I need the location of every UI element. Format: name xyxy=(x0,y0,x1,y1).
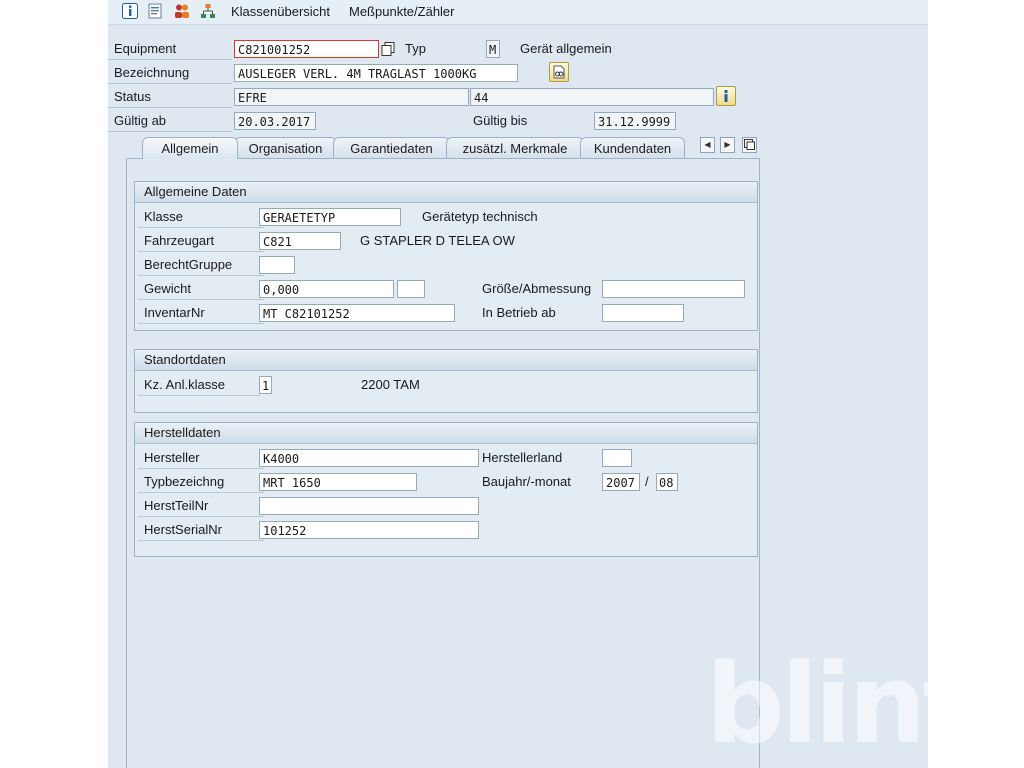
inventarnr-label: InventarNr xyxy=(138,303,264,324)
klasse-field[interactable]: GERAETETYP xyxy=(259,208,401,226)
fahrzeugart-description: G STAPLER D TELEA OW xyxy=(360,233,515,248)
gueltig-bis-label: Gültig bis xyxy=(473,113,528,128)
document-list-icon[interactable] xyxy=(147,3,163,19)
group-standortdaten: Standortdaten Kz. Anl.klasse 1 2200 TAM xyxy=(134,349,758,413)
herstellerland-label: Herstellerland xyxy=(482,450,563,465)
tab-allgemein[interactable]: Allgemein xyxy=(142,137,238,159)
baujahr-separator: / xyxy=(645,474,649,489)
fahrzeugart-field[interactable]: C821 xyxy=(259,232,341,250)
inventarnr-field[interactable]: MT C82101252 xyxy=(259,304,455,322)
anlklasse-label: Kz. Anl.klasse xyxy=(138,375,260,396)
application-toolbar: Klassenübersicht Meßpunkte/Zähler xyxy=(108,0,928,25)
tab-organisation[interactable]: Organisation xyxy=(234,137,337,158)
typ-description: Gerät allgemein xyxy=(520,41,612,56)
long-text-icon xyxy=(553,65,565,79)
groesse-label: Größe/Abmessung xyxy=(482,281,592,296)
watermark-logo: blint xyxy=(706,640,928,768)
gewicht-label: Gewicht xyxy=(138,279,264,300)
bezeichnung-label: Bezeichnung xyxy=(108,63,232,84)
hersteller-field[interactable]: K4000 xyxy=(259,449,479,467)
tab-kundendaten[interactable]: Kundendaten xyxy=(580,137,685,158)
typ-field[interactable]: M xyxy=(486,40,500,58)
baujahr-month-field[interactable]: 08 xyxy=(656,473,678,491)
fahrzeugart-label: Fahrzeugart xyxy=(138,231,264,252)
hersteller-label: Hersteller xyxy=(138,448,264,469)
status-label: Status xyxy=(108,87,232,108)
typ-label: Typ xyxy=(405,41,426,56)
baujahr-label: Baujahr/-monat xyxy=(482,474,571,489)
tab-list-button[interactable] xyxy=(742,137,757,153)
herstserialnr-field[interactable]: 101252 xyxy=(259,521,479,539)
inbetrieb-field[interactable] xyxy=(602,304,684,322)
berechtgruppe-label: BerechtGruppe xyxy=(138,255,264,276)
tab-garantiedaten[interactable]: Garantiedaten xyxy=(333,137,450,158)
klasse-label: Klasse xyxy=(138,207,264,228)
herstteilnr-label: HerstTeilNr xyxy=(138,496,264,517)
tab-scroll-right-button[interactable]: ▶ xyxy=(720,137,735,153)
group-title: Herstelldaten xyxy=(135,423,757,444)
group-herstelldaten: Herstelldaten Hersteller K4000 Herstelle… xyxy=(134,422,758,557)
copy-icon[interactable] xyxy=(380,41,396,57)
gewicht-unit-field[interactable] xyxy=(397,280,425,298)
messpunkte-zaehler-button[interactable]: Meßpunkte/Zähler xyxy=(349,4,455,19)
equipment-field[interactable]: C821001252 xyxy=(234,40,379,58)
anlklasse-field[interactable]: 1 xyxy=(259,376,272,394)
herstserialnr-label: HerstSerialNr xyxy=(138,520,264,541)
gewicht-field[interactable]: 0,000 xyxy=(259,280,394,298)
klasse-description: Gerätetyp technisch xyxy=(422,209,538,224)
herstteilnr-field[interactable] xyxy=(259,497,479,515)
status-user-field: 44 xyxy=(470,88,714,106)
berechtgruppe-field[interactable] xyxy=(259,256,295,274)
gueltig-ab-label: Gültig ab xyxy=(108,111,232,132)
tab-strip: Allgemein Organisation Garantiedaten zus… xyxy=(120,137,770,159)
gueltig-bis-field: 31.12.9999 xyxy=(594,112,676,130)
group-title: Allgemeine Daten xyxy=(135,182,757,203)
sap-equipment-window: Klassenübersicht Meßpunkte/Zähler Equipm… xyxy=(108,0,928,768)
klassenuebersicht-button[interactable]: Klassenübersicht xyxy=(231,4,330,19)
inbetrieb-label: In Betrieb ab xyxy=(482,305,556,320)
gueltig-ab-field: 20.03.2017 xyxy=(234,112,316,130)
herstellerland-field[interactable] xyxy=(602,449,632,467)
baujahr-year-field[interactable]: 2007 xyxy=(602,473,640,491)
status-field: EFRE xyxy=(234,88,469,106)
anlklasse-description: 2200 TAM xyxy=(361,377,420,392)
tab-content-allgemein: Allgemeine Daten Klasse GERAETETYP Gerät… xyxy=(126,158,760,768)
status-info-button[interactable] xyxy=(716,86,736,106)
bezeichnung-field[interactable]: AUSLEGER VERL. 4M TRAGLAST 1000KG xyxy=(234,64,518,82)
partner-icon[interactable] xyxy=(174,3,190,19)
group-allgemeine-daten: Allgemeine Daten Klasse GERAETETYP Gerät… xyxy=(134,181,758,331)
groesse-field[interactable] xyxy=(602,280,745,298)
info-icon xyxy=(724,90,728,102)
tab-scroll-left-button[interactable]: ◀ xyxy=(700,137,715,153)
tab-zusaetzl-merkmale[interactable]: zusätzl. Merkmale xyxy=(446,137,584,158)
info-icon[interactable] xyxy=(122,3,138,19)
equipment-label: Equipment xyxy=(108,39,232,60)
long-text-button[interactable] xyxy=(549,62,569,82)
typbezeichnung-field[interactable]: MRT 1650 xyxy=(259,473,417,491)
hierarchy-icon[interactable] xyxy=(200,3,216,19)
tab-list-icon xyxy=(744,139,755,150)
group-title: Standortdaten xyxy=(135,350,757,371)
typbezeichnung-label: Typbezeichng xyxy=(138,472,264,493)
